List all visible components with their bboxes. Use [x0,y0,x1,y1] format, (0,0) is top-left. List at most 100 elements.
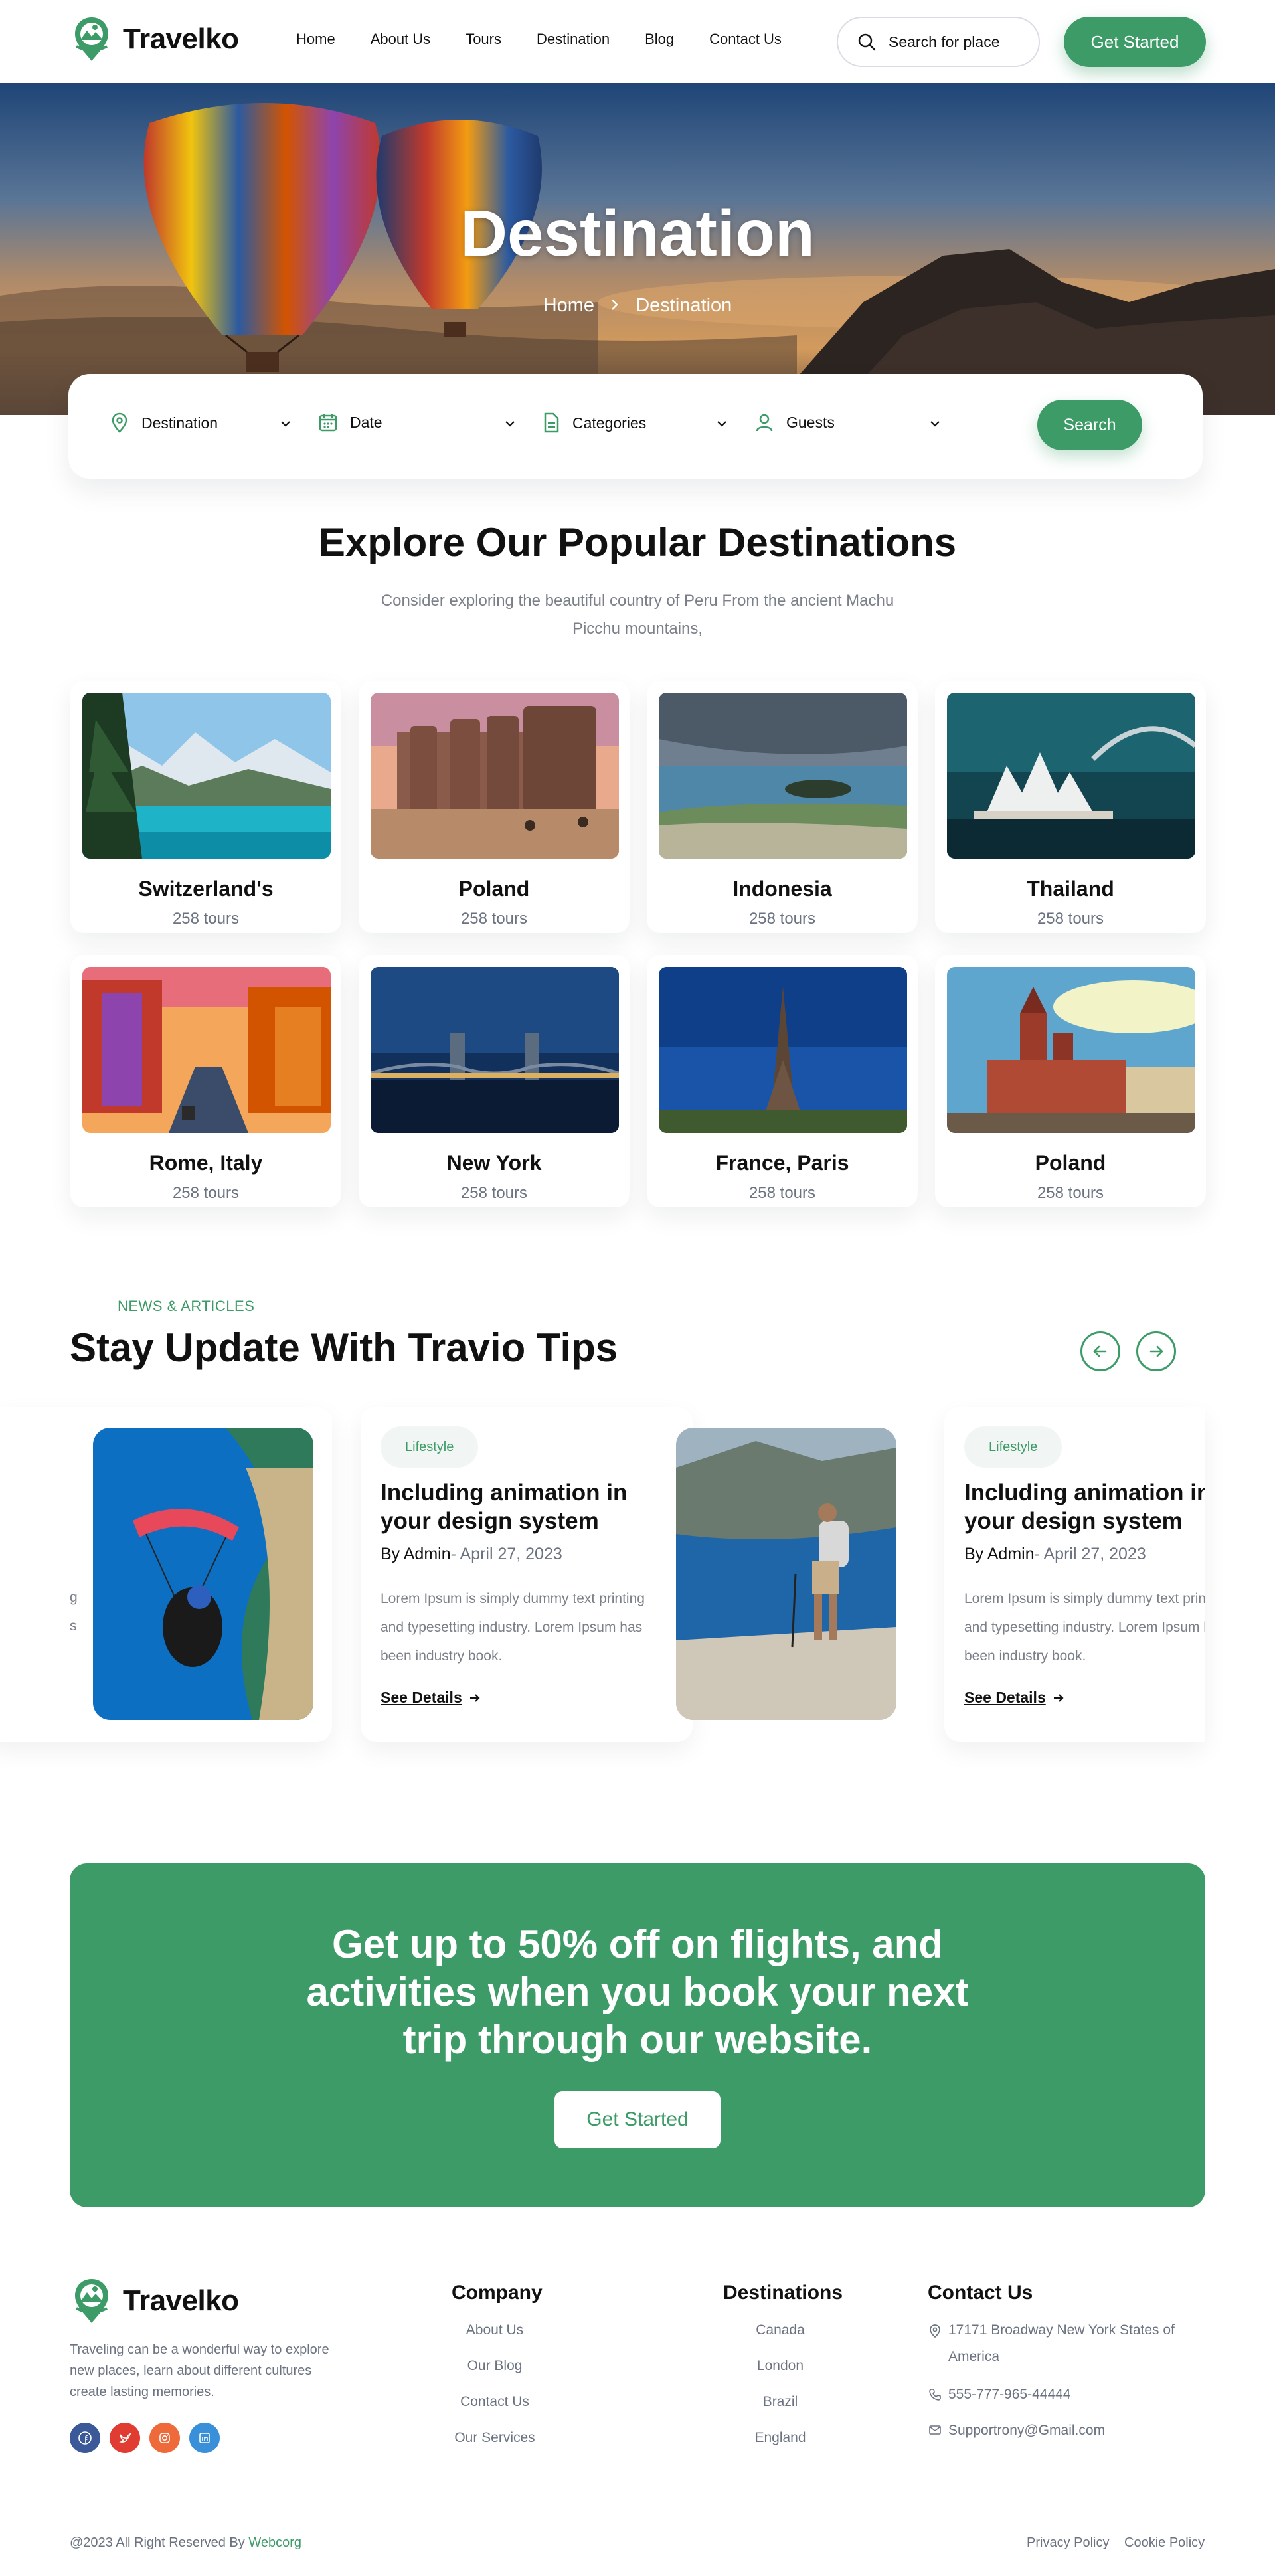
copyright-link[interactable]: Webcorg [248,2535,301,2550]
footer-brand-logo[interactable]: Travelko [70,2278,239,2324]
category-tag[interactable]: Lifestyle [964,1426,1062,1468]
tour-count: 258 tours [460,910,528,928]
destination-image [82,693,331,859]
location-icon [112,412,128,433]
footer-about: Traveling can be a wonderful way to expl… [70,2342,329,2399]
guests-select[interactable]: Guests [754,412,940,432]
breadcrumb-home[interactable]: Home [543,295,594,316]
copyright-text: @2023 All Right Reserved By [70,2535,249,2550]
destination-card[interactable]: Switzerland's 258 tours [70,681,341,933]
see-details-link[interactable]: See Details [964,1689,1064,1707]
arrow-right-icon [1053,1693,1064,1702]
carousel-next-button[interactable] [1136,1331,1176,1371]
cookie-policy-link[interactable]: Cookie Policy [1124,2535,1205,2551]
destination-card[interactable]: Rome, Italy 258 tours [70,955,341,1207]
nav-about-us[interactable]: About Us [371,31,431,48]
carousel-prev-button[interactable] [1080,1331,1120,1371]
destination-card[interactable]: Indonesia 258 tours [647,681,918,933]
hero-banner: Destination Home Destination [0,83,1275,415]
chevron-down-icon [281,421,290,427]
article-card[interactable]: Lifestyle Including animation in your de… [944,1407,1205,1742]
nav-contact-us[interactable]: Contact Us [709,31,782,48]
footer-brand-name: Travelko [123,2284,239,2317]
search-button[interactable]: Search [1037,400,1142,450]
phone-icon [929,2389,941,2401]
tour-count: 258 tours [748,1184,816,1202]
get-started-button[interactable]: Get Started [1064,17,1206,67]
section-eyebrow: NEWS & ARTICLES [118,1298,255,1314]
footer-destinations-title: Destinations [723,2282,843,2304]
tour-count: 258 tours [748,910,816,928]
copyright: @2023 All Right Reserved By Webcorg [70,2535,301,2551]
destination-image [947,693,1195,859]
article-title[interactable]: Including animation in your design syste… [964,1478,1205,1535]
destination-name: France, Paris [715,1151,849,1175]
breadcrumb: Home Destination [0,294,1275,317]
destination-name: New York [446,1151,542,1175]
nav-home[interactable]: Home [296,31,335,48]
twitter-icon[interactable] [110,2423,140,2453]
date-select[interactable]: Date [318,412,515,432]
destination-image [659,967,907,1133]
destination-select[interactable]: Destination [110,412,290,434]
chevron-right-icon [610,295,620,317]
footer-link-contact-us[interactable]: Contact Us [453,2394,537,2410]
main-nav: Home About Us Tours Destination Blog Con… [296,31,817,48]
category-tag[interactable]: Lifestyle [381,1426,479,1468]
clipped-text: s [70,1618,77,1634]
footer-link-london[interactable]: London [737,2358,823,2374]
chevron-down-icon [930,421,940,427]
footer-link-our-blog[interactable]: Our Blog [453,2358,537,2374]
arrow-right-icon [1149,1345,1163,1357]
nav-tours[interactable]: Tours [466,31,501,48]
contact-phone[interactable]: 555-777-965-44444 [928,2381,1194,2408]
article-author: By Admin [964,1545,1035,1563]
instagram-icon[interactable] [149,2423,180,2453]
location-icon [930,2324,940,2338]
promo-banner: Get up to 50% off on flights, and activi… [70,1863,1205,2207]
article-card[interactable]: Lifestyle Including animation in your de… [361,1407,693,1742]
see-details-label: See Details [964,1689,1046,1706]
footer-link-canada[interactable]: Canada [737,2322,823,2338]
article-title[interactable]: Including animation in your design syste… [381,1478,673,1535]
user-icon [756,414,773,432]
footer-link-england[interactable]: England [737,2430,823,2446]
chevron-down-icon [505,421,515,427]
document-icon [544,412,559,433]
destination-card[interactable]: New York 258 tours [359,955,630,1207]
promo-get-started-button[interactable]: Get Started [554,2091,721,2148]
destination-card[interactable]: Poland 258 tours [359,681,630,933]
contact-email[interactable]: Supportrony@Gmail.com [928,2417,1194,2444]
search-icon [858,33,876,51]
destination-card[interactable]: Thailand 258 tours [935,681,1206,933]
article-date: - April 27, 2023 [450,1545,562,1563]
popular-section-title: Explore Our Popular Destinations [318,520,957,564]
footer-link-about-us[interactable]: About Us [453,2322,537,2338]
footer-link-our-services[interactable]: Our Services [453,2430,537,2446]
article-meta: By Admin- April 27, 2023 [964,1545,1146,1564]
destination-card[interactable]: France, Paris 258 tours [647,955,918,1207]
categories-select[interactable]: Categories [542,412,726,434]
tips-section-title: Stay Update With Travio Tips [70,1326,618,1370]
privacy-policy-link[interactable]: Privacy Policy [1027,2535,1109,2551]
destination-card[interactable]: Poland 258 tours [935,955,1206,1207]
article-image [93,1428,313,1720]
article-excerpt: Lorem Ipsum is simply dummy text printin… [381,1591,645,1664]
tour-count: 258 tours [1037,910,1104,928]
brand-logo[interactable]: Travelko [70,16,239,62]
destination-name: Rome, Italy [149,1151,263,1175]
linkedin-icon[interactable] [189,2423,220,2453]
nav-blog[interactable]: Blog [645,31,674,48]
tour-count: 258 tours [1037,1184,1104,1202]
see-details-link[interactable]: See Details [381,1689,481,1707]
place-search[interactable] [837,17,1040,67]
destination-image [371,693,619,859]
destination-image [659,693,907,859]
search-input[interactable] [889,33,1028,51]
nav-destination[interactable]: Destination [537,31,610,48]
footer-link-brazil[interactable]: Brazil [737,2394,823,2410]
destination-image [82,967,331,1133]
popular-section-subtitle: Consider exploring the beautiful country… [381,592,894,638]
arrow-right-icon [469,1693,480,1702]
facebook-icon[interactable] [70,2423,100,2453]
